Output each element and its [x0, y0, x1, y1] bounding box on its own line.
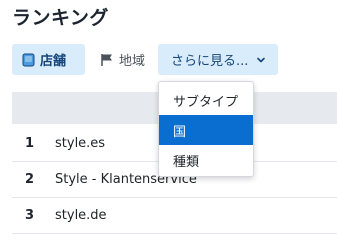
- tab-stores-label: 店舗: [40, 54, 67, 69]
- row-name: style.de: [55, 208, 107, 223]
- more-dropdown-button[interactable]: さらに見る...: [158, 44, 278, 75]
- tab-stores[interactable]: 店舗: [12, 44, 85, 75]
- table-row[interactable]: 3 style.de: [12, 198, 337, 234]
- more-dropdown-label: さらに見る...: [171, 54, 249, 69]
- more-dropdown-menu: サブタイプ 国 種類: [158, 81, 254, 177]
- tab-region-label: 地域: [119, 54, 146, 69]
- menu-item-subtype[interactable]: サブタイプ: [159, 85, 253, 115]
- row-rank: 3: [25, 208, 35, 223]
- store-icon: [21, 53, 35, 67]
- menu-item-type[interactable]: 種類: [159, 145, 253, 175]
- row-rank: 2: [25, 172, 35, 187]
- menu-item-country[interactable]: 国: [159, 115, 253, 145]
- tab-region[interactable]: 地域: [92, 44, 152, 75]
- page-title: ランキング: [12, 7, 109, 29]
- row-rank: 1: [25, 136, 35, 151]
- row-name: style.es: [55, 136, 106, 151]
- flag-icon: [100, 53, 114, 67]
- chevron-down-icon: [256, 55, 266, 65]
